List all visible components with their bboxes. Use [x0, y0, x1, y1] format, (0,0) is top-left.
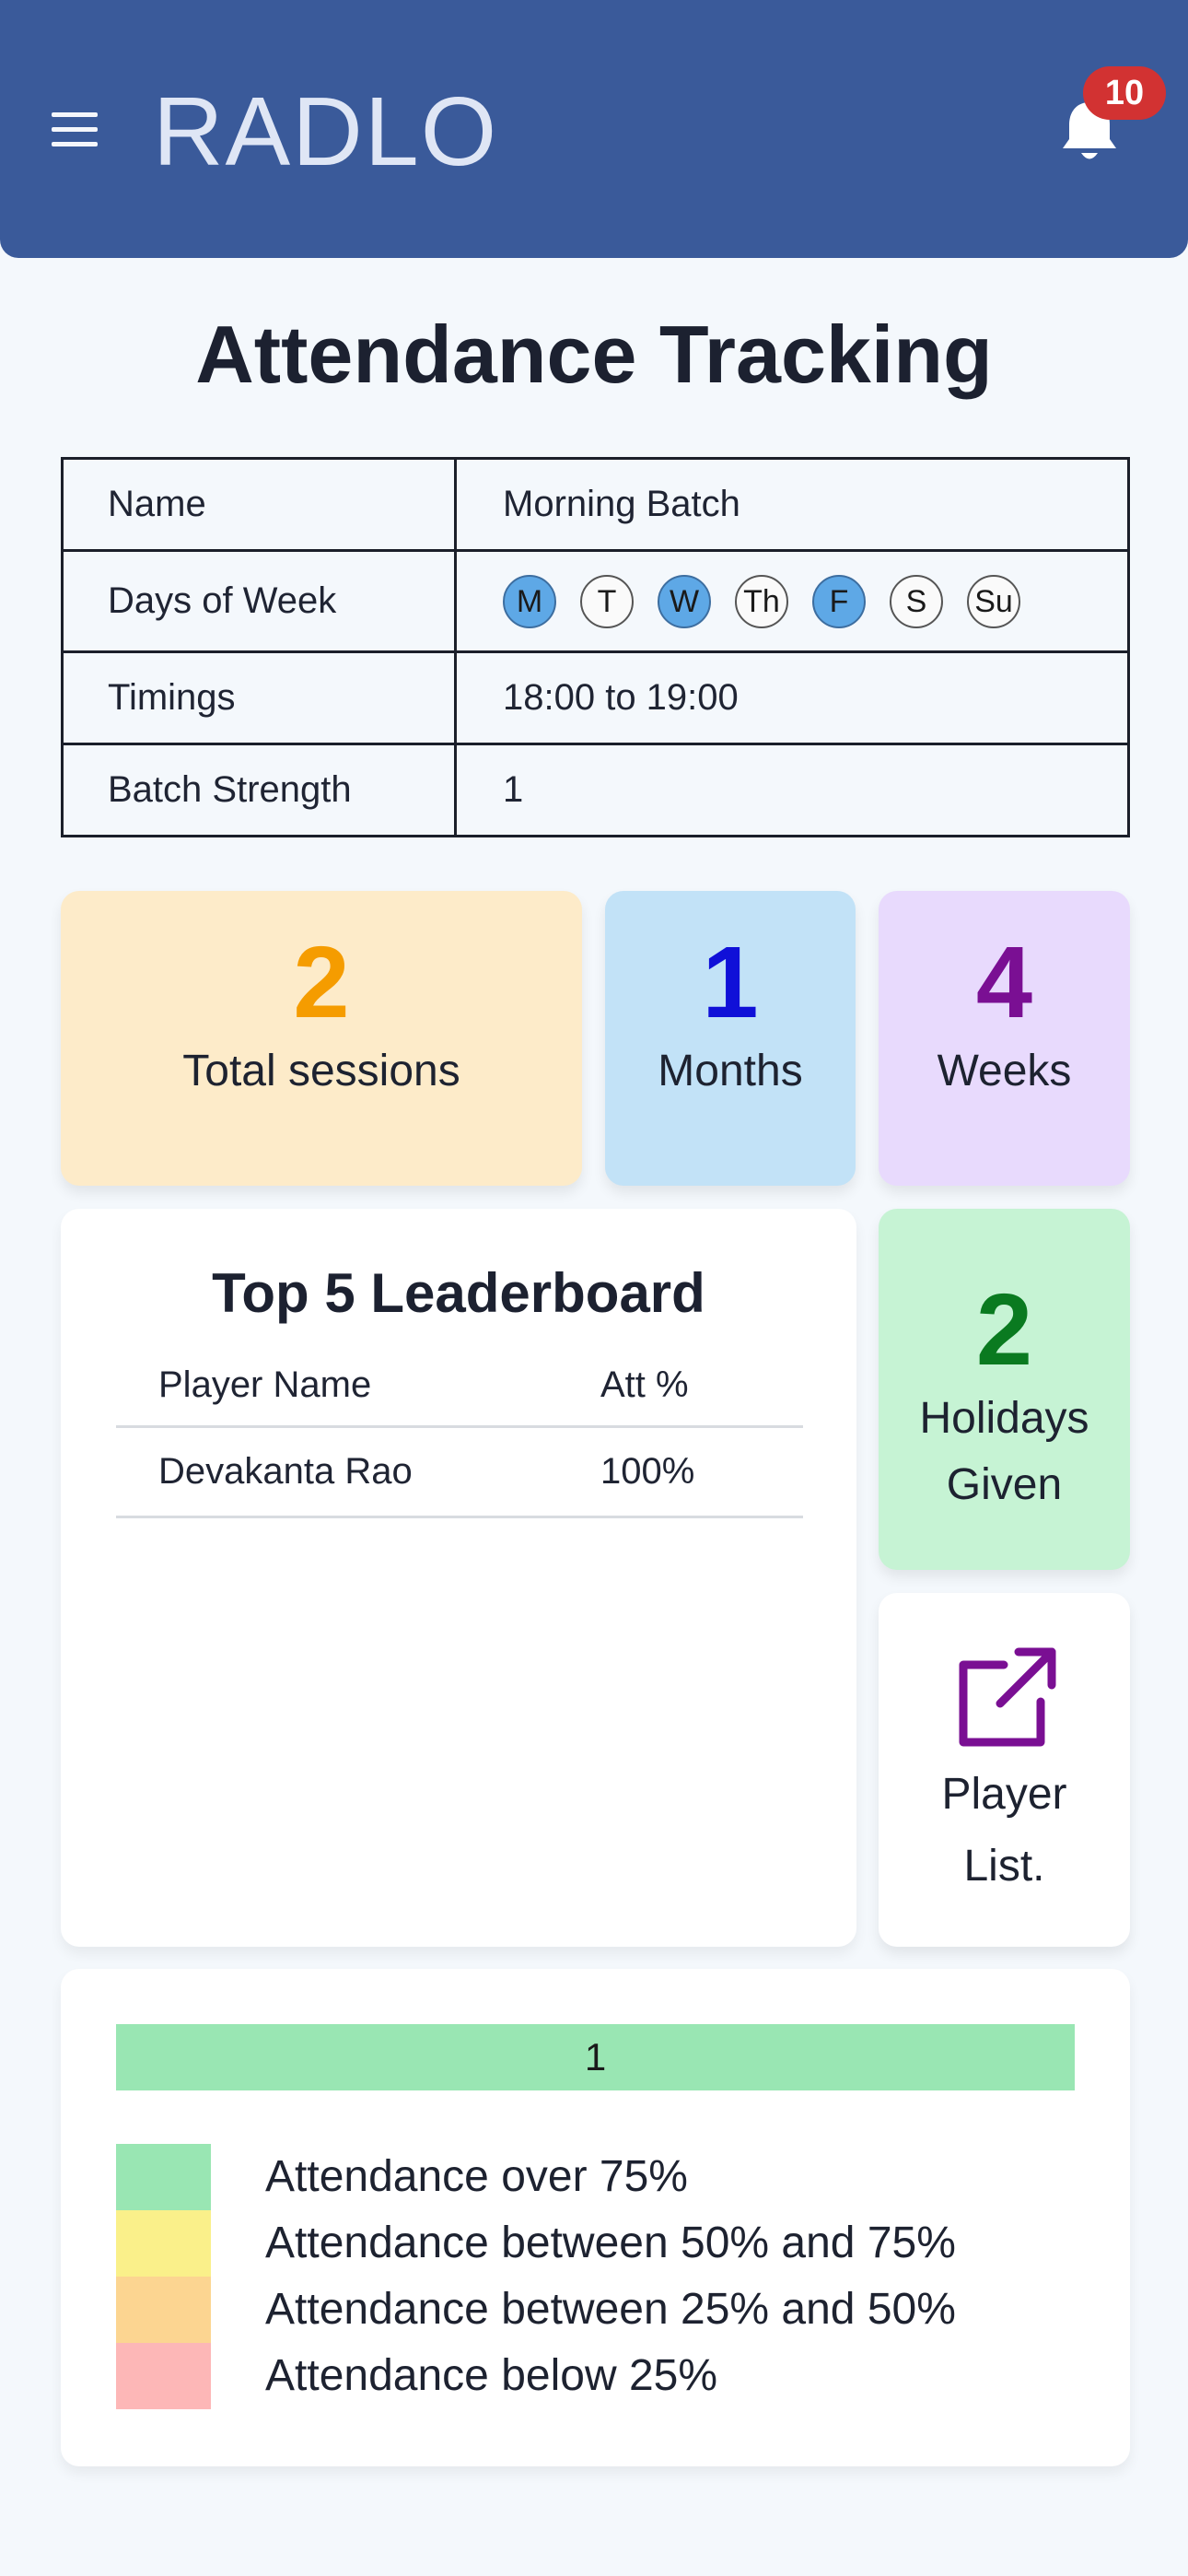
day-chip-tuesday[interactable]: T — [580, 574, 634, 628]
table-row: Timings 18:00 to 19:00 — [61, 650, 1130, 745]
leaderboard-card: Top 5 Leaderboard Player Name Att % Deva… — [61, 1209, 856, 1947]
row-label: Days of Week — [61, 549, 457, 653]
holidays-value: 2 — [975, 1273, 1033, 1387]
legend-swatch-25-50 — [116, 2277, 211, 2343]
column-header-att: Att % — [558, 1345, 803, 1428]
legend-swatch-below-25 — [116, 2343, 211, 2409]
page-title: Attendance Tracking — [195, 309, 993, 400]
batch-name-value: Morning Batch — [454, 457, 1130, 552]
legend-label: Attendance below 25% — [265, 2351, 718, 2400]
leaderboard-table: Player Name Att % Devakanta Rao 100% — [116, 1345, 803, 1518]
legend-label: Attendance between 50% and 75% — [265, 2219, 956, 2267]
attendance-cell: 100% — [558, 1426, 803, 1518]
attendance-bar: 1 — [116, 2024, 1075, 2090]
day-chip-sunday[interactable]: Su — [967, 574, 1020, 628]
player-list-label-line1: Player — [941, 1770, 1067, 1819]
day-chip-monday[interactable]: M — [503, 574, 556, 628]
batch-info-table: Name Morning Batch Days of Week M T W Th… — [61, 457, 1130, 837]
external-link-icon — [879, 1646, 1130, 1756]
player-name-cell: Devakanta Rao — [116, 1426, 558, 1518]
row-label: Batch Strength — [61, 743, 457, 837]
day-selector: M T W Th F S Su — [503, 574, 1127, 628]
table-row: Batch Strength 1 — [61, 743, 1130, 837]
days-of-week-value: M T W Th F S Su — [454, 549, 1130, 653]
attendance-distribution-card: 1 Attendance over 75% Attendance between… — [61, 1969, 1130, 2466]
months-label: Months — [658, 1047, 803, 1095]
day-chip-friday[interactable]: F — [812, 574, 866, 628]
day-chip-saturday[interactable]: S — [890, 574, 943, 628]
holidays-label-line2: Given — [946, 1460, 1063, 1509]
attendance-bar-segment-over-75: 1 — [116, 2024, 1075, 2090]
menu-icon[interactable] — [52, 109, 101, 153]
player-list-button[interactable]: Player List. — [879, 1593, 1130, 1947]
weeks-value: 4 — [975, 926, 1033, 1039]
weeks-label: Weeks — [937, 1047, 1072, 1095]
leaderboard-header-row: Player Name Att % — [116, 1345, 803, 1428]
day-chip-thursday[interactable]: Th — [735, 574, 788, 628]
timings-value: 18:00 to 19:00 — [454, 650, 1130, 745]
player-list-label-line2: List. — [963, 1842, 1045, 1891]
leaderboard-title: Top 5 Leaderboard — [212, 1262, 705, 1324]
total-sessions-label: Total sessions — [182, 1047, 460, 1095]
legend-swatch-over-75 — [116, 2144, 211, 2210]
table-row: Devakanta Rao 100% — [116, 1426, 803, 1518]
batch-strength-value: 1 — [454, 743, 1130, 837]
legend-label: Attendance over 75% — [265, 2152, 688, 2201]
column-header-player-name: Player Name — [116, 1345, 558, 1428]
day-chip-wednesday[interactable]: W — [658, 574, 711, 628]
weeks-card: 4 Weeks — [879, 891, 1130, 1186]
months-card: 1 Months — [605, 891, 856, 1186]
row-label: Timings — [61, 650, 457, 745]
holidays-label-line1: Holidays — [919, 1394, 1089, 1443]
months-value: 1 — [702, 926, 759, 1039]
table-row: Days of Week M T W Th F S Su — [61, 549, 1130, 653]
total-sessions-card: 2 Total sessions — [61, 891, 582, 1186]
table-row: Name Morning Batch — [61, 457, 1130, 552]
holidays-card: 2 Holidays Given — [879, 1209, 1130, 1570]
notification-badge[interactable]: 10 — [1083, 66, 1166, 120]
legend-label: Attendance between 25% and 50% — [265, 2285, 956, 2334]
legend-swatch-50-75 — [116, 2210, 211, 2277]
app-header: RADLO 10 — [0, 0, 1188, 258]
row-label: Name — [61, 457, 457, 552]
brand-logo[interactable]: RADLO — [153, 72, 498, 192]
total-sessions-value: 2 — [293, 926, 350, 1039]
